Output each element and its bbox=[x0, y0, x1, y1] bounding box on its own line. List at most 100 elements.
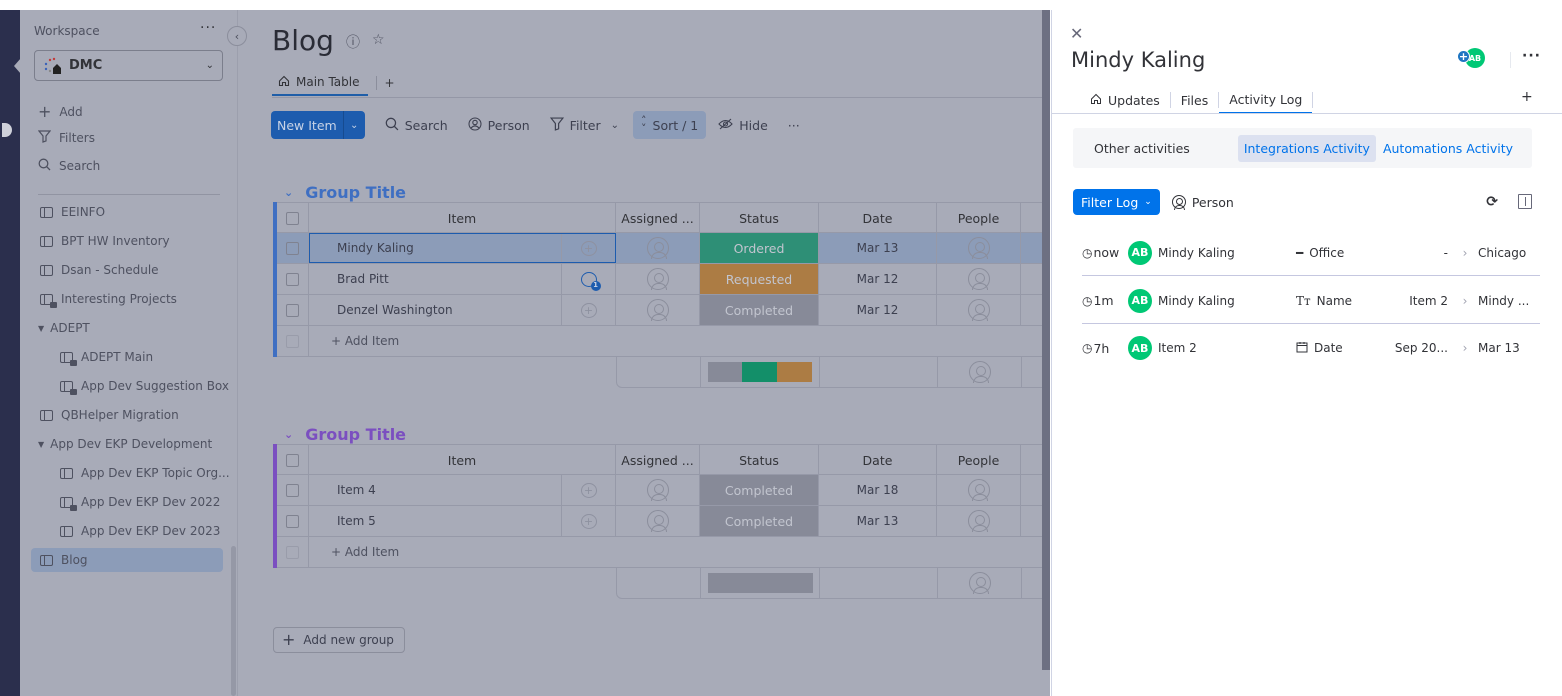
new-item-label[interactable]: New Item bbox=[271, 111, 343, 139]
toolbar-more-button[interactable]: ··· bbox=[788, 111, 800, 139]
sidebar-item[interactable]: App Dev EKP Dev 2022 bbox=[60, 490, 220, 514]
checkbox[interactable] bbox=[286, 303, 299, 317]
sidebar-scrollbar[interactable] bbox=[231, 546, 236, 696]
row-checkbox-cell[interactable] bbox=[277, 475, 309, 505]
assigned-cell[interactable] bbox=[616, 475, 700, 505]
date-cell[interactable]: Mar 13 bbox=[819, 233, 937, 263]
sidebar-item[interactable]: App Dev EKP Topic Org... bbox=[60, 461, 230, 485]
table-row[interactable]: Item 4 + Completed Mar 18 bbox=[277, 475, 1050, 506]
item-name-cell[interactable]: Item 4 + bbox=[309, 475, 616, 505]
row-checkbox-cell[interactable] bbox=[277, 233, 309, 263]
add-update-icon[interactable]: + bbox=[580, 482, 597, 498]
add-update-icon[interactable]: + bbox=[580, 302, 597, 318]
item-name[interactable]: Item 5 bbox=[309, 514, 376, 528]
main-scrollbar[interactable] bbox=[1042, 10, 1050, 670]
group-title[interactable]: ⌄ Group Title bbox=[284, 425, 406, 444]
checkbox[interactable] bbox=[286, 514, 299, 528]
person-filter-button[interactable]: Person bbox=[1171, 195, 1234, 210]
column-header[interactable]: Assigned ... bbox=[616, 203, 700, 233]
column-header[interactable]: Item bbox=[309, 445, 616, 475]
people-cell[interactable] bbox=[937, 295, 1021, 325]
sidebar-item[interactable]: App Dev Suggestion Box bbox=[60, 374, 229, 398]
item-name[interactable]: Brad Pitt bbox=[309, 272, 389, 286]
workspace-select[interactable]: DMC ⌄ bbox=[34, 50, 223, 81]
add-subscriber-icon[interactable]: + bbox=[1457, 50, 1470, 63]
sort-button[interactable]: ˄ ˅ Sort / 1 bbox=[633, 111, 707, 139]
checkbox[interactable] bbox=[286, 211, 299, 225]
close-icon[interactable]: ✕ bbox=[1070, 24, 1083, 43]
column-header[interactable]: People bbox=[937, 203, 1021, 233]
integrations-activity-tab[interactable]: Integrations Activity bbox=[1237, 134, 1376, 162]
column-header[interactable]: Status bbox=[700, 203, 819, 233]
checkbox[interactable] bbox=[286, 241, 299, 255]
refresh-icon[interactable]: ⟳ bbox=[1486, 194, 1498, 210]
subscribers[interactable]: + AB bbox=[1457, 48, 1489, 68]
table-row[interactable]: Denzel Washington + Completed Mar 12 bbox=[277, 295, 1050, 326]
sidebar-item[interactable]: ▼ App Dev EKP Development bbox=[38, 432, 212, 456]
status-cell[interactable]: Requested bbox=[700, 264, 819, 294]
item-title[interactable]: Mindy Kaling bbox=[1071, 48, 1205, 72]
other-activities-tab[interactable]: Other activities bbox=[1073, 141, 1238, 156]
activity-log-row[interactable]: ◷ now AB Mindy Kaling ━ Office - › Chicago bbox=[1082, 230, 1540, 276]
sidebar-item[interactable]: EEINFO bbox=[40, 200, 105, 224]
row-checkbox-cell[interactable] bbox=[277, 264, 309, 294]
updates-cell[interactable]: + bbox=[561, 506, 615, 536]
filter-button[interactable]: Filter ⌄ bbox=[549, 111, 619, 139]
date-cell[interactable]: Mar 12 bbox=[819, 264, 937, 294]
item-name-cell[interactable]: Item 5 + bbox=[309, 506, 616, 536]
updates-cell[interactable]: 1 bbox=[561, 264, 615, 294]
workspace-more-button[interactable]: ··· bbox=[200, 20, 216, 36]
chevron-down-icon[interactable]: ⌄ bbox=[284, 428, 293, 441]
tab-updates[interactable]: Updates bbox=[1080, 86, 1170, 114]
assigned-cell[interactable] bbox=[616, 506, 700, 536]
export-excel-icon[interactable] bbox=[1518, 194, 1532, 209]
add-item-input[interactable]: + Add Item bbox=[309, 537, 1050, 567]
add-update-icon[interactable]: + bbox=[580, 240, 597, 256]
add-tab-button[interactable]: + bbox=[1521, 89, 1533, 105]
sidebar-item[interactable]: BPT HW Inventory bbox=[40, 229, 170, 253]
updates-cell[interactable]: + bbox=[561, 233, 615, 263]
item-name[interactable]: Mindy Kaling bbox=[309, 241, 414, 255]
status-distribution-bar[interactable] bbox=[707, 573, 813, 593]
updates-chat-icon[interactable]: 1 bbox=[580, 271, 601, 291]
rail-expand-handle[interactable] bbox=[2, 123, 12, 137]
item-name-cell[interactable]: Mindy Kaling + bbox=[309, 233, 616, 263]
add-new-group-button[interactable]: + Add new group bbox=[273, 627, 405, 653]
item-name[interactable]: Item 4 bbox=[309, 483, 376, 497]
assigned-cell[interactable] bbox=[616, 295, 700, 325]
select-all-checkbox[interactable] bbox=[277, 445, 309, 475]
activity-log-row[interactable]: ◷ 1m AB Mindy Kaling Tт Name Item 2 › Mindy ... bbox=[1082, 278, 1540, 324]
people-cell[interactable] bbox=[937, 475, 1021, 505]
collapse-sidebar-button[interactable]: ‹ bbox=[227, 26, 247, 46]
add-update-icon[interactable]: + bbox=[580, 513, 597, 529]
chevron-down-icon[interactable]: ⌄ bbox=[611, 120, 619, 131]
sidebar-item[interactable]: ▼ ADEPT bbox=[38, 316, 90, 340]
sidebar-item[interactable]: Interesting Projects bbox=[40, 287, 177, 311]
checkbox[interactable] bbox=[286, 453, 299, 467]
summary-status-cell[interactable] bbox=[701, 568, 820, 598]
checkbox[interactable] bbox=[286, 272, 299, 286]
column-header[interactable]: Date bbox=[819, 445, 937, 475]
updates-cell[interactable]: + bbox=[561, 475, 615, 505]
table-row[interactable]: Brad Pitt 1 Requested Mar 12 bbox=[277, 264, 1050, 295]
assigned-cell[interactable] bbox=[616, 233, 700, 263]
filter-log-button[interactable]: Filter Log ⌄ bbox=[1073, 189, 1160, 215]
sidebar-filters-button[interactable]: Filters bbox=[37, 130, 95, 146]
item-name-cell[interactable]: Denzel Washington + bbox=[309, 295, 616, 325]
activity-log-row[interactable]: ◷ 7h AB Item 2 Date Sep 20... › Mar 13 bbox=[1082, 325, 1540, 371]
column-header[interactable]: Item bbox=[309, 203, 616, 233]
add-view-button[interactable]: + bbox=[385, 76, 395, 90]
checkbox[interactable] bbox=[286, 483, 299, 497]
person-filter-button[interactable]: Person bbox=[468, 111, 530, 139]
row-checkbox-cell[interactable] bbox=[277, 295, 309, 325]
row-checkbox-cell[interactable] bbox=[277, 506, 309, 536]
chevron-down-icon[interactable]: ⌄ bbox=[284, 186, 293, 199]
tab-main-table[interactable]: Main Table bbox=[272, 70, 368, 96]
item-name-cell[interactable]: Brad Pitt 1 bbox=[309, 264, 616, 294]
people-cell[interactable] bbox=[937, 264, 1021, 294]
status-distribution-bar[interactable] bbox=[707, 362, 813, 382]
status-cell[interactable]: Ordered bbox=[700, 233, 819, 263]
date-cell[interactable]: Mar 13 bbox=[819, 506, 937, 536]
sidebar-item[interactable]: QBHelper Migration bbox=[40, 403, 179, 427]
tab-files[interactable]: Files bbox=[1171, 86, 1218, 114]
